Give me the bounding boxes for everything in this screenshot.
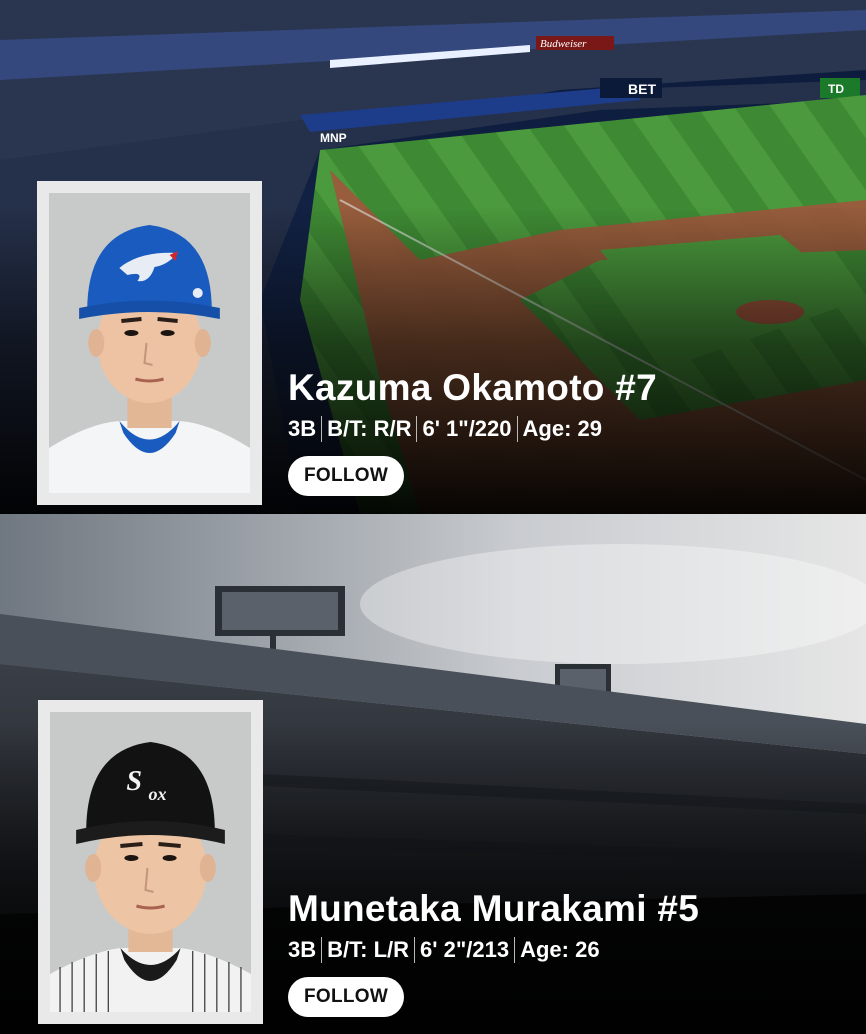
player-name[interactable]: Kazuma Okamoto #7 — [288, 366, 657, 410]
headshot-image: S ox — [50, 712, 251, 1012]
player-info: Kazuma Okamoto #7 3B B/T: R/R 6' 1"/220 … — [288, 366, 657, 496]
player-card-murakami[interactable]: S ox Munetaka Murakami #5 3B B/T: L/R 6'… — [0, 514, 866, 1034]
player-info: Munetaka Murakami #5 3B B/T: L/R 6' 2"/2… — [288, 887, 699, 1017]
meta-divider — [516, 416, 518, 442]
player-bats-throws: B/T: R/R — [327, 416, 412, 441]
meta-divider — [414, 937, 416, 963]
player-position: 3B — [288, 937, 317, 962]
player-age: Age: 29 — [522, 416, 603, 441]
td-sign: TD — [828, 82, 844, 96]
player-age: Age: 26 — [520, 937, 600, 962]
svg-text:ox: ox — [148, 784, 166, 804]
mnp-sign: MNP — [320, 131, 347, 145]
svg-text:S: S — [126, 766, 142, 797]
meta-divider — [321, 416, 323, 442]
meta-divider — [321, 937, 323, 963]
headshot-image — [49, 193, 250, 493]
player-height-weight: 6' 2"/213 — [420, 937, 510, 962]
meta-divider — [416, 416, 418, 442]
player-name[interactable]: Munetaka Murakami #5 — [288, 887, 699, 931]
player-bats-throws: B/T: L/R — [327, 937, 410, 962]
player-meta: 3B B/T: L/R 6' 2"/213 Age: 26 — [288, 937, 699, 963]
follow-button[interactable]: FOLLOW — [288, 977, 405, 1017]
follow-button[interactable]: FOLLOW — [288, 456, 405, 496]
player-meta: 3B B/T: R/R 6' 1"/220 Age: 29 — [288, 416, 657, 442]
player-position: 3B — [288, 416, 317, 441]
player-headshot: S ox — [38, 700, 263, 1024]
player-card-okamoto[interactable]: Budweiser MNP BET TD Kazuma Okamoto #7 3… — [0, 0, 866, 514]
budweiser-sign: Budweiser — [540, 38, 587, 50]
meta-divider — [514, 937, 516, 963]
bet-sign: BET — [628, 81, 656, 97]
player-headshot — [37, 181, 262, 505]
player-height-weight: 6' 1"/220 — [422, 416, 512, 441]
